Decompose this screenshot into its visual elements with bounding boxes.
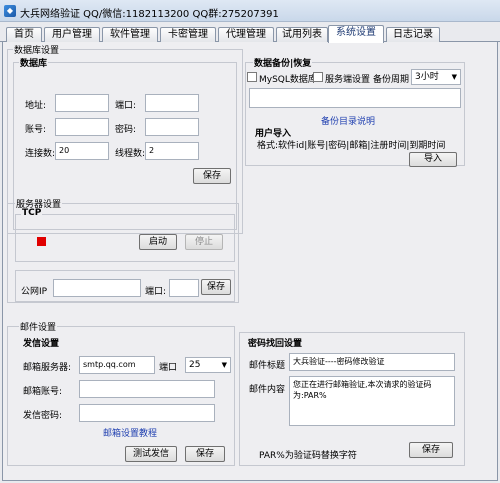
- mail-content-label: 邮件内容: [249, 385, 286, 395]
- stop-button[interactable]: 停止: [185, 234, 223, 250]
- public-ip-input[interactable]: [53, 279, 141, 297]
- password-label: 密码:: [115, 125, 137, 135]
- tab-agents[interactable]: 代理管理: [218, 27, 274, 42]
- mysql-checkbox[interactable]: [247, 72, 257, 82]
- chevron-down-icon: ▼: [451, 73, 457, 81]
- db-save-button[interactable]: 保存: [193, 168, 231, 184]
- app-icon: ◆: [4, 5, 16, 17]
- db-settings-legend: 数据库设置: [13, 43, 61, 56]
- backup-period-label: 备份周期: [373, 75, 410, 85]
- account-input[interactable]: [55, 118, 109, 136]
- import-button[interactable]: 导入: [409, 152, 457, 167]
- start-button[interactable]: 启动: [139, 234, 177, 250]
- mail-save-button[interactable]: 保存: [185, 446, 225, 462]
- mail-server-label: 邮箱服务器:: [23, 363, 72, 373]
- mysql-label: MySQL数据库: [259, 75, 317, 85]
- chevron-down-icon: ▼: [221, 361, 227, 369]
- mail-port-value: 25: [189, 360, 201, 370]
- mail-account-input[interactable]: [79, 380, 215, 398]
- address-label: 地址:: [25, 101, 47, 111]
- mail-password-input[interactable]: [79, 404, 215, 422]
- db-group-title: 数据库: [19, 56, 49, 69]
- public-ip-label: 公网IP: [21, 287, 48, 297]
- connections-input[interactable]: 20: [55, 142, 109, 160]
- backup-period-select[interactable]: 3小时 ▼: [411, 69, 461, 85]
- mail-subject-input[interactable]: 大兵验证----密码修改验证: [289, 353, 455, 371]
- backup-path-input[interactable]: [249, 88, 461, 108]
- mail-account-label: 邮箱账号:: [23, 387, 63, 397]
- mail-subject-label: 邮件标题: [249, 361, 286, 371]
- send-settings-title: 发信设置: [23, 339, 60, 349]
- tab-logs[interactable]: 日志记录: [386, 27, 440, 42]
- backup-period-value: 3小时: [415, 72, 439, 82]
- server-save-button[interactable]: 保存: [201, 279, 231, 295]
- mail-port-label: 端口: [159, 363, 178, 373]
- backup-dir-link[interactable]: 备份目录说明: [321, 114, 375, 127]
- address-input[interactable]: [55, 94, 109, 112]
- tab-system-settings[interactable]: 系统设置: [328, 25, 384, 43]
- title-bar: ◆ 大兵网络验证 QQ/微信:1182113200 QQ群:275207391: [0, 0, 500, 22]
- window-title: 大兵网络验证 QQ/微信:1182113200 QQ群:275207391: [20, 9, 279, 20]
- mail-content-textarea[interactable]: 您正在进行邮箱验证,本次请求的验证码为:PAR%: [289, 376, 455, 426]
- password-input[interactable]: [145, 118, 199, 136]
- tab-cards[interactable]: 卡密管理: [160, 27, 216, 42]
- backup-title: 数据备份|恢复: [253, 56, 313, 69]
- server-settings-label: 服务端设置: [325, 75, 371, 85]
- recovery-save-button[interactable]: 保存: [409, 442, 453, 458]
- settings-panel: 数据库设置 数据库 地址: 端口: 账号: 密码: 连接数: 20 线程数: 2…: [2, 42, 498, 481]
- mail-server-input[interactable]: smtp.qq.com: [79, 356, 155, 374]
- tab-bar: 首页 用户管理 软件管理 卡密管理 代理管理 试用列表 系统设置 日志记录: [0, 25, 500, 43]
- mail-port-select[interactable]: 25 ▼: [185, 357, 231, 373]
- mail-tutorial-link[interactable]: 邮箱设置教程: [103, 426, 157, 439]
- tab-users[interactable]: 用户管理: [44, 27, 100, 42]
- threads-input[interactable]: 2: [145, 142, 199, 160]
- import-format-text: 格式:软件id|账号|密码|邮箱|注册时间|到期时间: [257, 141, 446, 151]
- recovery-title: 密码找回设置: [247, 336, 304, 349]
- placeholder-hint: PAR%为验证码替换字符: [259, 451, 357, 461]
- test-send-button[interactable]: 测试发信: [125, 446, 177, 462]
- port-input[interactable]: [145, 94, 199, 112]
- server-port-input[interactable]: [169, 279, 199, 297]
- server-settings-checkbox[interactable]: [313, 72, 323, 82]
- tab-software[interactable]: 软件管理: [102, 27, 158, 42]
- port-label: 端口:: [115, 101, 137, 111]
- mail-settings-legend: 邮件设置: [19, 320, 58, 333]
- server-port-label: 端口:: [145, 287, 167, 297]
- threads-label: 线程数:: [115, 149, 146, 159]
- tab-home[interactable]: 首页: [6, 27, 42, 42]
- connections-label: 连接数:: [25, 149, 56, 159]
- tcp-title: TCP: [21, 208, 43, 218]
- account-label: 账号:: [25, 125, 47, 135]
- mail-password-label: 发信密码:: [23, 411, 63, 421]
- server-status-indicator: [37, 237, 46, 246]
- tab-trials[interactable]: 试用列表: [276, 27, 328, 42]
